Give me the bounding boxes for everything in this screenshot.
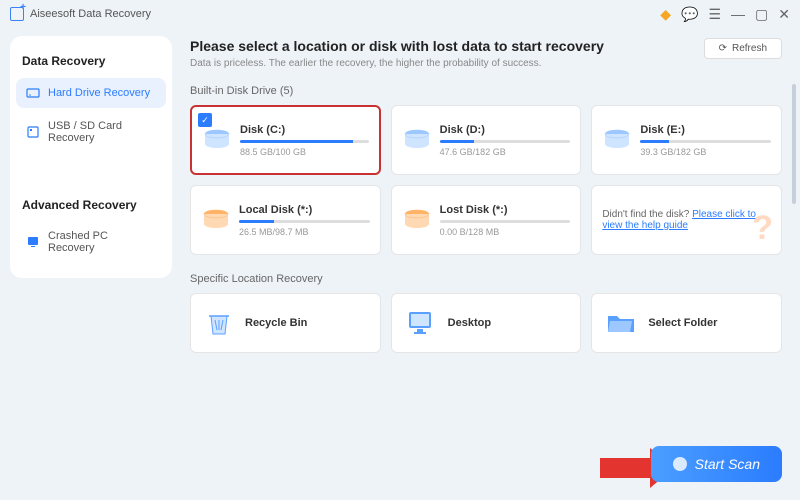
disk-size: 47.6 GB/182 GB bbox=[440, 147, 571, 157]
recycle-bin-icon bbox=[205, 308, 233, 338]
disk-usage-bar bbox=[640, 140, 771, 143]
menu-icon[interactable]: ☰ bbox=[708, 6, 721, 23]
page-subtitle: Data is priceless. The earlier the recov… bbox=[190, 58, 604, 69]
close-button[interactable]: ✕ bbox=[778, 6, 790, 23]
sidebar-item-label: USB / SD Card Recovery bbox=[48, 120, 156, 144]
disk-card[interactable]: Lost Disk (*:) 0.00 B/128 MB bbox=[391, 185, 582, 255]
disk-card[interactable]: Disk (E:) 39.3 GB/182 GB bbox=[591, 105, 782, 175]
disk-icon bbox=[201, 208, 231, 232]
disk-size: 0.00 B/128 MB bbox=[440, 227, 571, 237]
feedback-icon[interactable]: 💬 bbox=[681, 6, 698, 23]
disk-size: 39.3 GB/182 GB bbox=[640, 147, 771, 157]
disk-name: Lost Disk (*:) bbox=[440, 204, 571, 216]
sidebar-section-data-recovery: Data Recovery bbox=[16, 48, 166, 78]
disk-name: Disk (C:) bbox=[240, 124, 369, 136]
desktop-icon bbox=[406, 309, 436, 337]
location-select-folder[interactable]: Select Folder bbox=[591, 293, 782, 353]
disk-help-card: Didn't find the disk? Please click to vi… bbox=[591, 185, 782, 255]
sidebar-item-usb-sd-recovery[interactable]: USB / SD Card Recovery bbox=[16, 112, 166, 152]
disk-name: Disk (D:) bbox=[440, 124, 571, 136]
disk-usage-bar bbox=[239, 220, 370, 223]
sidebar-item-label: Crashed PC Recovery bbox=[48, 230, 156, 254]
help-guide-link[interactable]: Please click to view the help guide bbox=[602, 209, 756, 231]
maximize-button[interactable]: ▢ bbox=[755, 6, 768, 23]
selected-check-icon: ✓ bbox=[198, 113, 212, 127]
folder-icon bbox=[606, 310, 636, 336]
disk-name: Disk (E:) bbox=[640, 124, 771, 136]
app-logo-icon bbox=[10, 7, 24, 21]
sidebar-item-label: Hard Drive Recovery bbox=[48, 87, 150, 99]
built-in-disk-label: Built-in Disk Drive (5) bbox=[190, 85, 782, 97]
premium-icon[interactable]: ◆ bbox=[660, 6, 671, 23]
scan-icon bbox=[673, 457, 687, 471]
sidebar-section-advanced-recovery: Advanced Recovery bbox=[16, 192, 166, 222]
app-title: Aiseesoft Data Recovery bbox=[10, 7, 151, 21]
disk-card[interactable]: Local Disk (*:) 26.5 MB/98.7 MB bbox=[190, 185, 381, 255]
content-scrollbar[interactable] bbox=[792, 84, 796, 284]
page-heading: Please select a location or disk with lo… bbox=[190, 38, 604, 54]
refresh-button[interactable]: ⟳ Refresh bbox=[704, 38, 782, 59]
sidebar-item-crashed-pc-recovery[interactable]: Crashed PC Recovery bbox=[16, 222, 166, 262]
specific-location-label: Specific Location Recovery bbox=[190, 273, 782, 285]
location-desktop[interactable]: Desktop bbox=[391, 293, 582, 353]
disk-icon bbox=[202, 128, 232, 152]
disk-icon bbox=[602, 128, 632, 152]
disk-name: Local Disk (*:) bbox=[239, 204, 370, 216]
annotation-arrow bbox=[600, 458, 650, 478]
start-scan-button[interactable]: Start Scan bbox=[651, 446, 782, 482]
disk-usage-bar bbox=[240, 140, 369, 143]
disk-usage-bar bbox=[440, 220, 571, 223]
usb-icon bbox=[26, 125, 40, 139]
disk-usage-bar bbox=[440, 140, 571, 143]
crashed-pc-icon bbox=[26, 235, 40, 249]
disk-size: 88.5 GB/100 GB bbox=[240, 147, 369, 157]
sidebar-item-hard-drive-recovery[interactable]: Hard Drive Recovery bbox=[16, 78, 166, 108]
disk-icon bbox=[402, 128, 432, 152]
refresh-icon: ⟳ bbox=[719, 43, 727, 54]
disk-size: 26.5 MB/98.7 MB bbox=[239, 227, 370, 237]
disk-card[interactable]: Disk (D:) 47.6 GB/182 GB bbox=[391, 105, 582, 175]
disk-card[interactable]: ✓ Disk (C:) 88.5 GB/100 GB bbox=[190, 105, 381, 175]
location-recycle-bin[interactable]: Recycle Bin bbox=[190, 293, 381, 353]
disk-icon bbox=[402, 208, 432, 232]
hard-drive-icon bbox=[26, 86, 40, 100]
minimize-button[interactable]: — bbox=[731, 6, 745, 22]
